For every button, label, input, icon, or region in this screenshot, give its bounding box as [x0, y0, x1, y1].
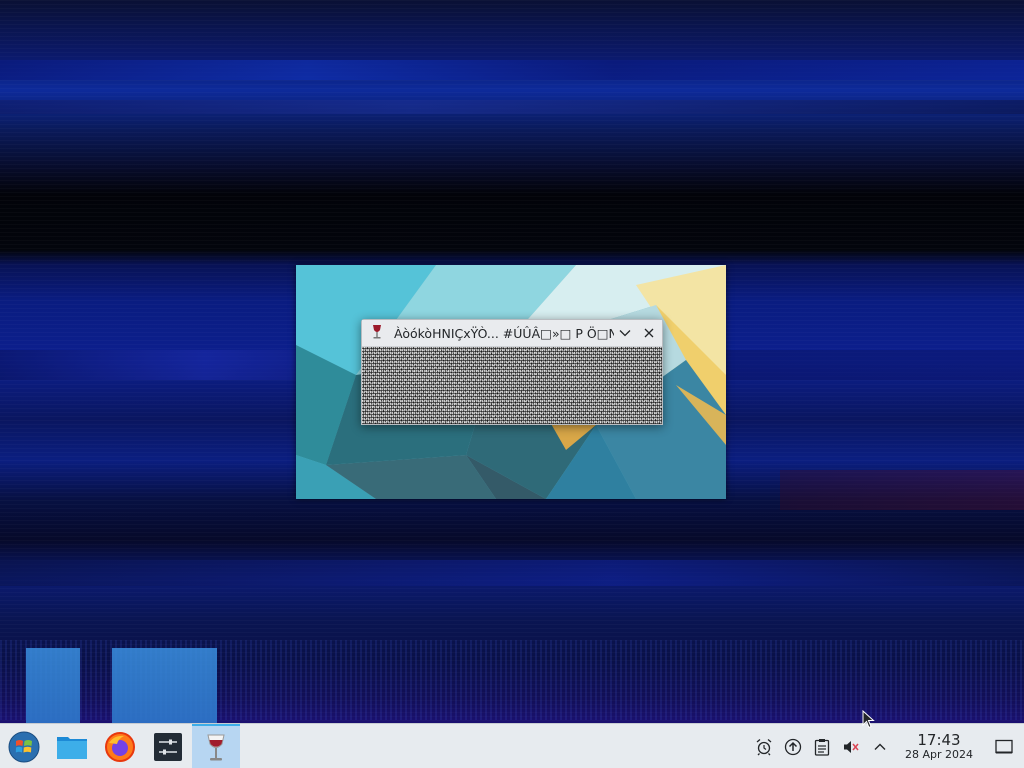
application-launcher-button[interactable]	[0, 724, 48, 768]
dialog-content-noise	[362, 347, 662, 424]
show-desktop-icon	[995, 739, 1013, 753]
glitch-band	[0, 560, 1024, 586]
dialog-titlebar[interactable]: ÀòókòHNIÇxŸÒ... #ÚÛÂ□»□ P Ö□N	[362, 320, 662, 347]
wine-app-task-button[interactable]	[192, 724, 240, 768]
show-desktop-button[interactable]	[984, 724, 1024, 768]
system-settings-button[interactable]	[144, 724, 192, 768]
mouse-cursor	[862, 710, 875, 729]
clock-time: 17:43	[917, 730, 961, 749]
glitch-band	[780, 470, 1024, 510]
desktop-tile	[26, 648, 80, 723]
settings-sliders-icon	[154, 732, 182, 761]
firefox-icon	[105, 731, 135, 762]
alarm-icon[interactable]	[749, 724, 778, 768]
folder-icon	[57, 736, 87, 759]
close-icon	[644, 328, 654, 338]
wine-glass-icon	[207, 734, 225, 760]
wine-glass-icon	[366, 324, 388, 343]
minimize-button[interactable]	[614, 322, 636, 344]
desktop-tile	[112, 648, 217, 723]
chevron-down-icon	[619, 330, 631, 337]
close-button[interactable]	[638, 322, 660, 344]
system-tray: 17:43 28 Apr 2024	[749, 724, 1024, 768]
firefox-button[interactable]	[96, 724, 144, 768]
clipboard-icon[interactable]	[807, 724, 836, 768]
glitch-band	[0, 100, 1024, 114]
wine-dialog-window[interactable]: ÀòókòHNIÇxŸÒ... #ÚÛÂ□»□ P Ö□N	[361, 319, 663, 425]
file-manager-button[interactable]	[48, 724, 96, 768]
clock-date: 28 Apr 2024	[904, 747, 973, 761]
update-icon[interactable]	[778, 724, 807, 768]
glitch-band	[0, 60, 1024, 80]
windows-start-orb-icon	[8, 731, 40, 762]
chevron-up-icon[interactable]	[865, 724, 894, 768]
digital-clock[interactable]: 17:43 28 Apr 2024	[894, 732, 984, 762]
speaker-muted-icon[interactable]	[836, 724, 865, 768]
dialog-title: ÀòókòHNIÇxŸÒ... #ÚÛÂ□»□ P Ö□N	[394, 325, 614, 341]
